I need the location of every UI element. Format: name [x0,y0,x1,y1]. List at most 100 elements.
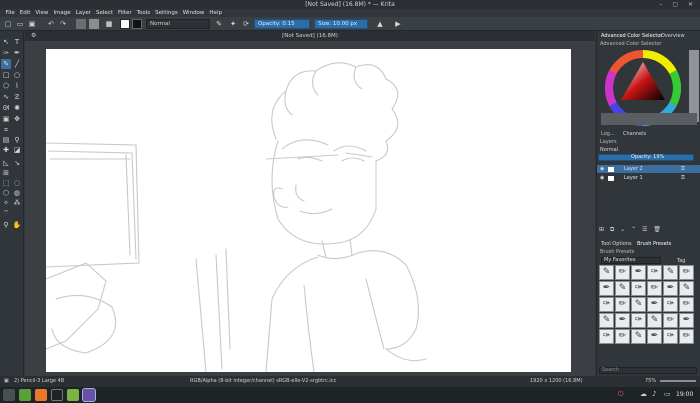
bezier-select-icon[interactable]: ⌔ [1,208,11,218]
foreground-color-swatch[interactable] [120,19,130,29]
menu-file[interactable]: File [3,9,17,17]
move-layer-down-icon[interactable]: ⌄ [620,226,625,233]
notification-icon[interactable]: ⏻ [618,390,624,399]
window-controls[interactable]: – ▢ ✕ [659,1,697,8]
tab-channels[interactable]: Channels [623,131,646,137]
folder-icon[interactable] [67,389,79,401]
clock[interactable]: 19:00 [676,391,693,398]
delete-layer-icon[interactable]: 🗑 [653,226,661,233]
brush-preset[interactable]: ✏ [679,329,694,344]
reference-images-icon[interactable]: ⊞ [1,168,11,178]
krita-taskbar-icon[interactable] [82,388,96,402]
freehand-path-icon[interactable]: ☡ [12,92,22,102]
brush-preset[interactable]: ✏ [615,265,630,280]
brush-preset[interactable]: ✒ [663,281,678,296]
brush-preset[interactable]: ✑ [631,281,646,296]
zoom-level[interactable]: 75% [645,376,656,387]
brush-preset[interactable]: ✏ [615,297,630,312]
color-ramp[interactable] [601,113,697,125]
measure-tool-icon[interactable]: ↘ [12,158,22,168]
tab-tool-options[interactable]: Tool Options [601,241,632,247]
brush-preset[interactable]: ✑ [599,329,614,344]
erase-mode-icon[interactable]: ✎ [214,19,224,29]
mirror-vertical-icon[interactable]: ▶ [393,19,403,29]
battery-icon[interactable]: ▭ [664,390,671,398]
canvas-settings-icon[interactable]: ⚙ [31,33,37,39]
polygon-tool-icon[interactable]: ⬠ [1,81,11,91]
favorites-select[interactable]: My Favorites [601,257,661,264]
brush-preset[interactable]: ✑ [599,297,614,312]
app-menu-icon[interactable] [3,389,15,401]
gradient-tool-icon[interactable]: ▤ [1,135,11,145]
brush-preset[interactable]: ✎ [599,313,614,328]
brush-preset[interactable]: ✏ [663,313,678,328]
layer-properties-icon[interactable]: ☰ [642,226,647,233]
contiguous-select-icon[interactable]: ✧ [1,198,11,208]
redo-icon[interactable]: ↷ [58,19,68,29]
brush-preset[interactable]: ✎ [679,281,694,296]
menu-view[interactable]: View [33,9,51,17]
tab-advanced-color-selector[interactable]: Advanced Color Selector [601,33,662,39]
opacity-slider[interactable]: Opacity: 0.15 [254,19,310,29]
similar-select-icon[interactable]: ⁂ [12,198,22,208]
preserve-alpha-icon[interactable]: ✦ [228,19,238,29]
new-document-icon[interactable]: ▢ [3,19,13,29]
menu-edit[interactable]: Edit [17,9,33,17]
layer-lock-icon[interactable]: ⚿ [681,165,685,174]
brush-preset[interactable]: ✏ [615,329,630,344]
move-layer-up-icon[interactable]: ⌃ [631,226,636,233]
smart-patch-icon[interactable]: ✚ [1,145,11,155]
size-slider[interactable]: Size: 10.00 px [314,19,368,29]
freehand-brush-icon[interactable]: ✎ [1,59,11,69]
tag-button[interactable]: Tag [677,258,685,264]
brush-preset[interactable]: ✑ [663,297,678,312]
color-picker-icon[interactable]: ⚲ [12,135,22,145]
brush-preset[interactable]: ✒ [631,265,646,280]
blend-mode-select[interactable]: Normal [146,19,210,29]
network-icon[interactable]: ☁ [640,390,647,398]
tab-log[interactable]: Log... [601,131,615,137]
brush-preset[interactable]: ✑ [647,265,662,280]
background-color-swatch[interactable] [132,19,142,29]
duplicate-layer-icon[interactable]: ⧉ [610,226,614,233]
files-icon[interactable] [19,389,31,401]
brush-preset[interactable]: ✏ [679,265,694,280]
layer-visibility-icon[interactable]: ◉ [600,165,604,174]
layers-opacity-slider[interactable]: Opacity: 19% [598,154,694,161]
firefox-icon[interactable] [35,389,47,401]
color-history-strip[interactable] [689,50,699,122]
open-document-icon[interactable]: ▭ [15,19,25,29]
line-tool-icon[interactable]: ╱ [12,59,22,69]
menu-tools[interactable]: Tools [134,9,153,17]
brush-preset[interactable]: ✑ [631,313,646,328]
dynamic-brush-icon[interactable]: ᘛ [1,103,11,113]
fill-tool-icon[interactable]: ◪ [12,145,22,155]
brush-preset[interactable]: ✎ [647,313,662,328]
layer-row[interactable]: ◉ Layer 2 ⚿ [597,165,700,174]
undo-icon[interactable]: ↶ [46,19,56,29]
tab-brush-presets[interactable]: Brush Presets [637,241,671,247]
rect-select-icon[interactable]: ⬚ [1,178,11,188]
brush-preset[interactable]: ✎ [663,265,678,280]
polygon-select-icon[interactable]: ⬡ [1,188,11,198]
menu-filter[interactable]: Filter [115,9,134,17]
add-layer-icon[interactable]: ⊞ [599,226,604,233]
brush-preset[interactable]: ✎ [615,281,630,296]
brush-preset[interactable]: ✎ [599,265,614,280]
mirror-horizontal-icon[interactable]: ▲ [375,19,385,29]
text-tool-icon[interactable]: T [12,37,22,47]
crop-tool-icon[interactable]: ⌗ [1,125,11,135]
menu-layer[interactable]: Layer [73,9,93,17]
menu-help[interactable]: Help [207,9,225,17]
brush-preset[interactable]: ✒ [679,313,694,328]
brush-preset[interactable]: ✏ [679,297,694,312]
layer-visibility-icon[interactable]: ◉ [600,174,604,183]
gradient-swatch[interactable] [89,19,99,29]
brush-preset[interactable]: ✒ [615,313,630,328]
reload-preset-icon[interactable]: ⟳ [241,19,251,29]
polyline-tool-icon[interactable]: ⌇ [12,81,22,91]
pattern-swatch[interactable] [76,19,86,29]
volume-icon[interactable]: ♪ [652,390,656,398]
brush-preset[interactable]: ✒ [599,281,614,296]
brush-preset[interactable]: ✎ [631,329,646,344]
